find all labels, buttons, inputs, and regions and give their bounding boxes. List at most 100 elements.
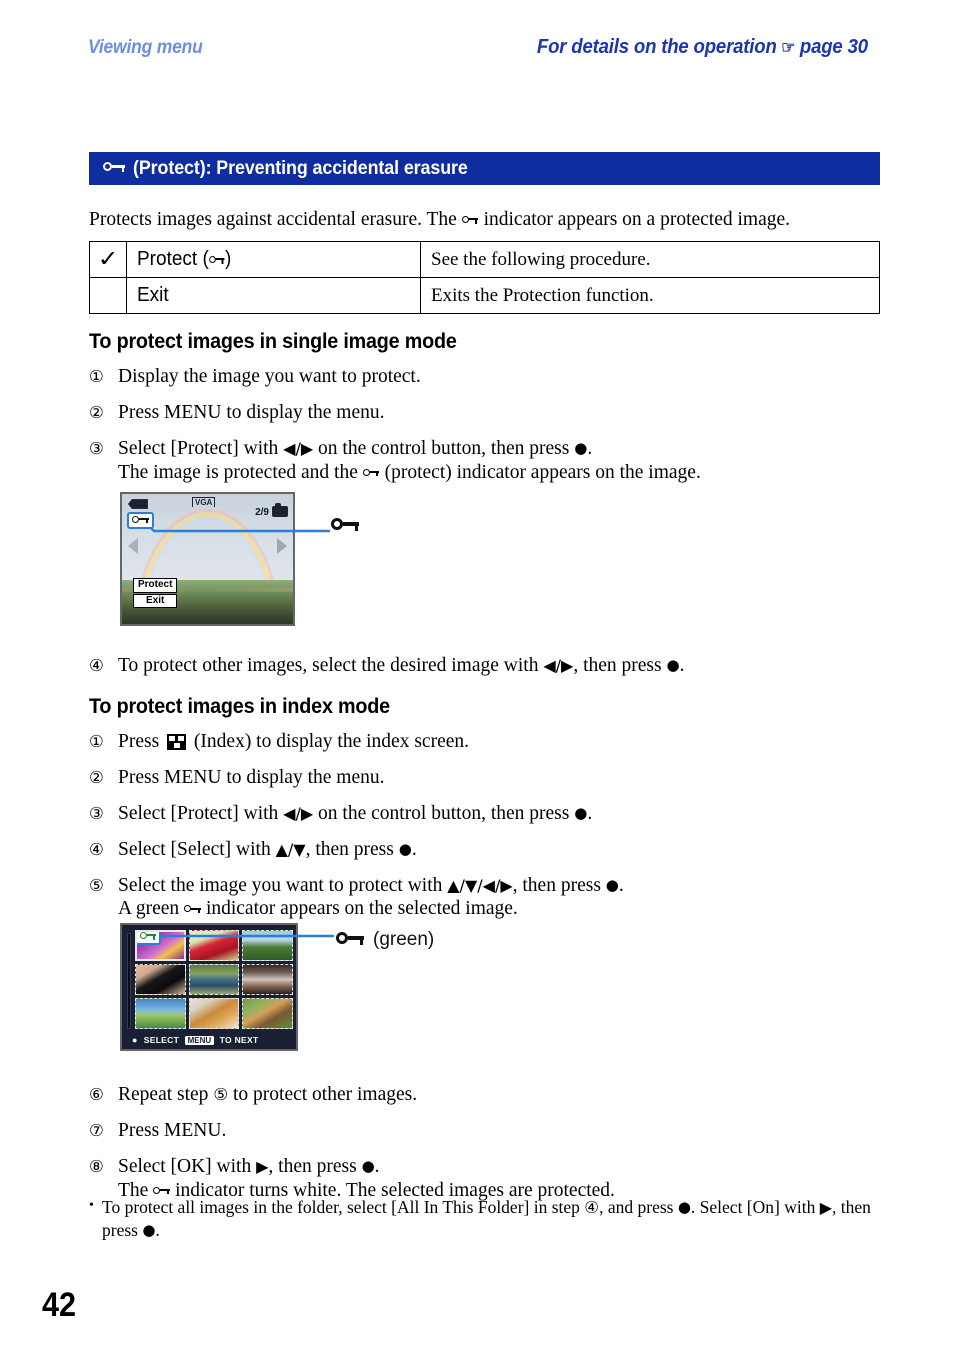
list-item[interactable]	[188, 998, 240, 1029]
table-row[interactable]: ✓ Protect () See the following procedure…	[89, 241, 880, 278]
index-grid-icon	[167, 734, 187, 750]
header-page-reference: page 30	[800, 36, 868, 58]
center-button-icon: ●	[132, 1035, 138, 1045]
step-subtext-a: The image is protected and the	[118, 461, 358, 483]
step-text: Press MENU to display the menu.	[118, 401, 385, 423]
step-text-b: , then press	[305, 838, 394, 860]
step-item: ⑥ Repeat step ⑤ to protect other images.	[89, 1083, 889, 1107]
page-number: 42	[42, 1286, 77, 1324]
step-number: ④	[89, 656, 104, 675]
step-item: ① Display the image you want to protect.	[89, 365, 889, 389]
center-button-icon: ●	[677, 1198, 691, 1216]
step-text-b: on the control button, then press	[318, 437, 570, 459]
step-number: ③	[89, 438, 104, 458]
table-row[interactable]: Exit Exits the Protection function.	[89, 277, 880, 314]
center-button-icon: ●	[666, 656, 680, 674]
step-text-b: , then press	[512, 874, 601, 896]
camera-folder-icon	[272, 503, 288, 517]
list-item[interactable]	[135, 964, 186, 995]
list-item[interactable]	[242, 998, 293, 1029]
center-button-icon: ●	[605, 875, 619, 894]
option-description: Exits the Protection function.	[431, 284, 654, 306]
checkmark-icon: ✓	[96, 246, 120, 272]
intro-paragraph: Protects images against accidental erasu…	[89, 208, 889, 232]
center-button-icon: ●	[574, 803, 588, 822]
step-number: ①	[89, 367, 104, 386]
prev-image-arrow[interactable]	[128, 538, 138, 554]
center-button-icon: ●	[574, 438, 588, 457]
step-text-a: Select the image you want to protect wit…	[118, 874, 443, 896]
step-number: ②	[89, 767, 104, 787]
step-text-a: Select [Select] with	[118, 838, 271, 860]
step-number: ①	[89, 732, 104, 751]
step-subtext-b: indicator appears on the selected image.	[205, 898, 518, 920]
step-number: ③	[89, 803, 104, 823]
lcd-protect-indicator	[127, 512, 154, 529]
list-item[interactable]	[135, 998, 186, 1029]
step-text-a: Select [OK] with	[118, 1155, 252, 1177]
step-text-b: to protect other images.	[232, 1084, 418, 1105]
step-text: Press MENU to display the menu.	[118, 766, 385, 788]
control-arrows-icon: ◀/▶	[283, 438, 314, 458]
step-text-b: (Index) to display the index screen.	[193, 731, 469, 752]
step-subtext-a: A green	[118, 898, 180, 920]
step-text-a: Select [Protect] with	[118, 802, 279, 824]
protect-key-icon	[208, 256, 225, 266]
step-item: ⑦ Press MENU.	[89, 1119, 889, 1143]
list-item[interactable]	[188, 964, 240, 995]
step-subtext-b: (protect) indicator appears on the image…	[384, 461, 701, 483]
section-title-bar: (Protect): Preventing accidental erasure	[89, 152, 880, 185]
menu-button-chip[interactable]: MENU	[185, 1035, 214, 1045]
option-label-post: )	[224, 248, 232, 270]
steps-index-mode: ① Press (Index) to display the index scr…	[89, 730, 889, 933]
next-image-arrow[interactable]	[277, 538, 287, 554]
lcd-menu-item-protect[interactable]: Protect	[133, 578, 178, 593]
center-button-icon: ●	[361, 1156, 375, 1175]
step-item: ④ To protect other images, select the de…	[89, 654, 889, 678]
control-arrow-icon: ▶	[819, 1198, 833, 1217]
callout-protect-key	[331, 518, 360, 538]
page-header: Viewing menu For details on the operatio…	[88, 36, 868, 59]
step-text-c: .	[374, 1155, 380, 1177]
protect-key-icon	[336, 932, 365, 948]
battery-full-icon	[128, 499, 148, 509]
step-number: ④	[89, 839, 104, 859]
step-subtext: A green indicator appears on the selecte…	[118, 897, 889, 921]
step-text: Select [Protect] with ◀/▶ on the control…	[118, 437, 889, 485]
index-scrollbar[interactable]	[127, 933, 131, 1029]
list-item[interactable]	[242, 930, 293, 961]
step-text-a: Select [Protect] with	[118, 437, 279, 459]
lcd-menu-item-exit[interactable]: Exit	[133, 593, 178, 608]
step-text: Repeat step ⑤ to protect other images.	[118, 1083, 889, 1107]
step-text: Press MENU.	[118, 1119, 227, 1141]
step-text-a: To protect other images, select the desi…	[118, 655, 539, 676]
step-text-a: Press	[118, 731, 160, 752]
lcd-protect-menu[interactable]: Protect Exit	[133, 578, 178, 608]
center-button-icon: ●	[398, 839, 412, 858]
step-reference-number: ④	[584, 1198, 600, 1217]
header-reference-text: For details on the operation	[537, 36, 777, 58]
steps-single-image-mode-continued: ④ To protect other images, select the de…	[89, 654, 889, 690]
step-number: ⑥	[89, 1085, 104, 1104]
index-protect-indicator	[136, 932, 161, 945]
heading-single-image-mode: To protect images in single image mode	[89, 330, 457, 353]
options-table: ✓ Protect () See the following procedure…	[89, 241, 880, 314]
bullet-dot: •	[89, 1198, 94, 1213]
bullet-text-a: To protect all images in the folder, sel…	[102, 1197, 580, 1217]
protect-key-icon	[139, 932, 157, 942]
lcd-single-image-figure: VGA 2/9 Protect Exit	[120, 492, 295, 626]
step-number: ⑦	[89, 1120, 104, 1140]
row-description-cell: See the following procedure.	[420, 241, 880, 278]
option-label: Protect ()	[137, 248, 231, 271]
list-item[interactable]	[242, 964, 293, 995]
bullet-text-f: .	[155, 1220, 160, 1241]
list-item[interactable]	[188, 930, 240, 961]
control-arrows-icon: ▲/▼/◀/▶	[447, 875, 513, 895]
steps-single-image-mode: ① Display the image you want to protect.…	[89, 365, 889, 496]
index-select-label: SELECT	[143, 1035, 180, 1045]
callout-protect-key-green: (green)	[336, 929, 434, 951]
callout-green-label: (green)	[373, 929, 435, 950]
list-item[interactable]	[135, 930, 186, 961]
section-title-text: (Protect): Preventing accidental erasure	[133, 157, 468, 179]
option-description: See the following procedure.	[431, 248, 651, 270]
